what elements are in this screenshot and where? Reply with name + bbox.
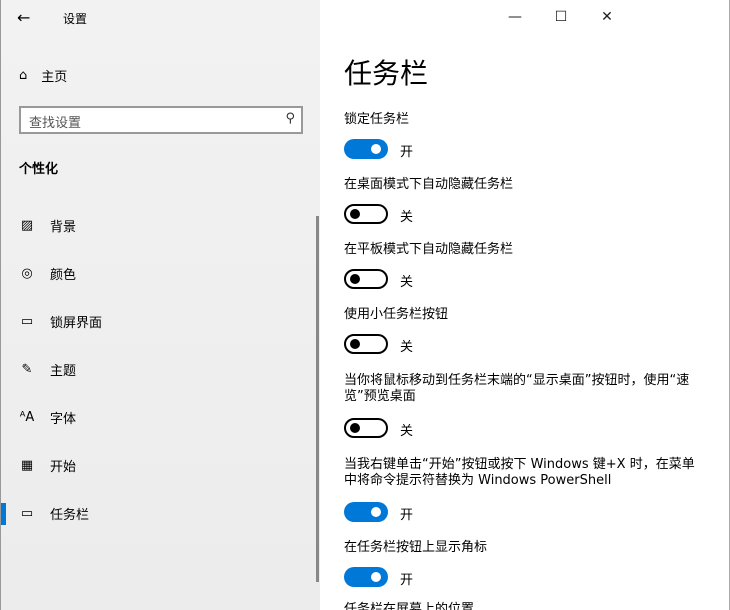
setting-label: 在桌面模式下自动隐藏任务栏 bbox=[344, 177, 514, 192]
minimize-button[interactable]: — bbox=[492, 4, 538, 30]
home-label: 主页 bbox=[41, 70, 68, 85]
sidebar-item-5[interactable]: ▦ 开始 bbox=[1, 445, 317, 485]
toggle-knob bbox=[371, 507, 381, 517]
close-button[interactable]: ✕ bbox=[584, 4, 630, 30]
sidebar-item-label: 颜色 bbox=[50, 267, 77, 283]
setting-toggle[interactable] bbox=[344, 418, 388, 438]
taskbar-position-label: 任务栏在屏幕上的位置 bbox=[344, 602, 475, 610]
setting-toggle[interactable] bbox=[344, 502, 388, 522]
toggle-knob bbox=[350, 209, 360, 219]
sidebar-item-label: 主题 bbox=[50, 363, 77, 379]
toggle-state: 关 bbox=[400, 210, 414, 225]
setting-toggle[interactable] bbox=[344, 567, 388, 587]
setting-toggle[interactable] bbox=[344, 334, 388, 354]
sidebar-item-label: 背景 bbox=[50, 219, 77, 235]
sidebar-item-label: 开始 bbox=[50, 459, 77, 475]
toggle-state: 关 bbox=[400, 275, 414, 290]
toggle-knob bbox=[350, 423, 360, 433]
setting-label: 当你将鼠标移动到任务栏末端的“显示桌面”按钮时，使用“速览”预览桌面 bbox=[344, 373, 690, 404]
page-title: 任务栏 bbox=[344, 57, 429, 90]
sidebar-item-3[interactable]: ✎ 主题 bbox=[1, 349, 317, 389]
setting-toggle[interactable] bbox=[344, 139, 388, 159]
sidebar-item-label: 锁屏界面 bbox=[50, 315, 103, 331]
palette-icon: ◎ bbox=[21, 265, 33, 281]
toggle-state: 关 bbox=[400, 424, 414, 439]
setting-label: 在平板模式下自动隐藏任务栏 bbox=[344, 242, 514, 257]
sidebar-item-4[interactable]: ᴬA 字体 bbox=[1, 397, 317, 437]
sidebar: ← 设置 ⌂ 主页 查找设置 ⚲ 个性化 ▨ 背景 ◎ 颜色 ▭ 锁屏界面 ✎ 主题 ᴬA 字体 ▦… bbox=[0, 0, 320, 610]
sidebar-item-2[interactable]: ▭ 锁屏界面 bbox=[1, 301, 317, 341]
setting-label: 使用小任务栏按钮 bbox=[344, 307, 449, 322]
toggle-knob bbox=[371, 572, 381, 582]
toggle-knob bbox=[350, 339, 360, 349]
setting-toggle[interactable] bbox=[344, 204, 388, 224]
maximize-button[interactable]: ☐ bbox=[538, 4, 584, 30]
back-button[interactable]: ← bbox=[17, 8, 30, 27]
toggle-state: 开 bbox=[400, 508, 414, 523]
setting-toggle[interactable] bbox=[344, 269, 388, 289]
sidebar-item-1[interactable]: ◎ 颜色 bbox=[1, 253, 317, 293]
start-icon: ▦ bbox=[20, 457, 34, 473]
sidebar-item-label: 任务栏 bbox=[50, 507, 90, 523]
search-placeholder: 查找设置 bbox=[29, 116, 82, 131]
search-icon: ⚲ bbox=[285, 111, 295, 126]
image-icon: ▨ bbox=[20, 217, 34, 233]
theme-icon: ✎ bbox=[21, 361, 33, 377]
setting-label: 在任务栏按钮上显示角标 bbox=[344, 540, 488, 555]
sidebar-item-0[interactable]: ▨ 背景 bbox=[1, 205, 317, 245]
toggle-knob bbox=[350, 274, 360, 284]
search-input[interactable]: 查找设置 ⚲ bbox=[19, 106, 303, 134]
app-title: 设置 bbox=[63, 12, 88, 26]
lock-screen-icon: ▭ bbox=[20, 313, 34, 329]
toggle-state: 开 bbox=[400, 145, 414, 160]
sidebar-item-home[interactable]: ⌂ 主页 bbox=[19, 66, 67, 85]
taskbar-icon: ▭ bbox=[20, 505, 34, 521]
toggle-knob bbox=[371, 144, 381, 154]
font-icon: ᴬA bbox=[19, 409, 35, 425]
home-icon: ⌂ bbox=[19, 68, 28, 83]
sidebar-item-6[interactable]: ▭ 任务栏 bbox=[1, 493, 317, 533]
main-content: — ☐ ✕ 任务栏 锁定任务栏 开在桌面模式下自动隐藏任务栏 关在平板模式下自动… bbox=[320, 0, 730, 610]
scrollbar[interactable] bbox=[316, 216, 319, 582]
sidebar-item-label: 字体 bbox=[50, 411, 77, 427]
setting-label: 锁定任务栏 bbox=[344, 112, 410, 127]
toggle-state: 关 bbox=[400, 340, 414, 355]
section-heading: 个性化 bbox=[19, 162, 59, 177]
toggle-state: 开 bbox=[400, 573, 414, 588]
setting-label: 当我右键单击“开始”按钮或按下 Windows 键+X 时，在菜单中将命令提示符… bbox=[344, 457, 695, 488]
